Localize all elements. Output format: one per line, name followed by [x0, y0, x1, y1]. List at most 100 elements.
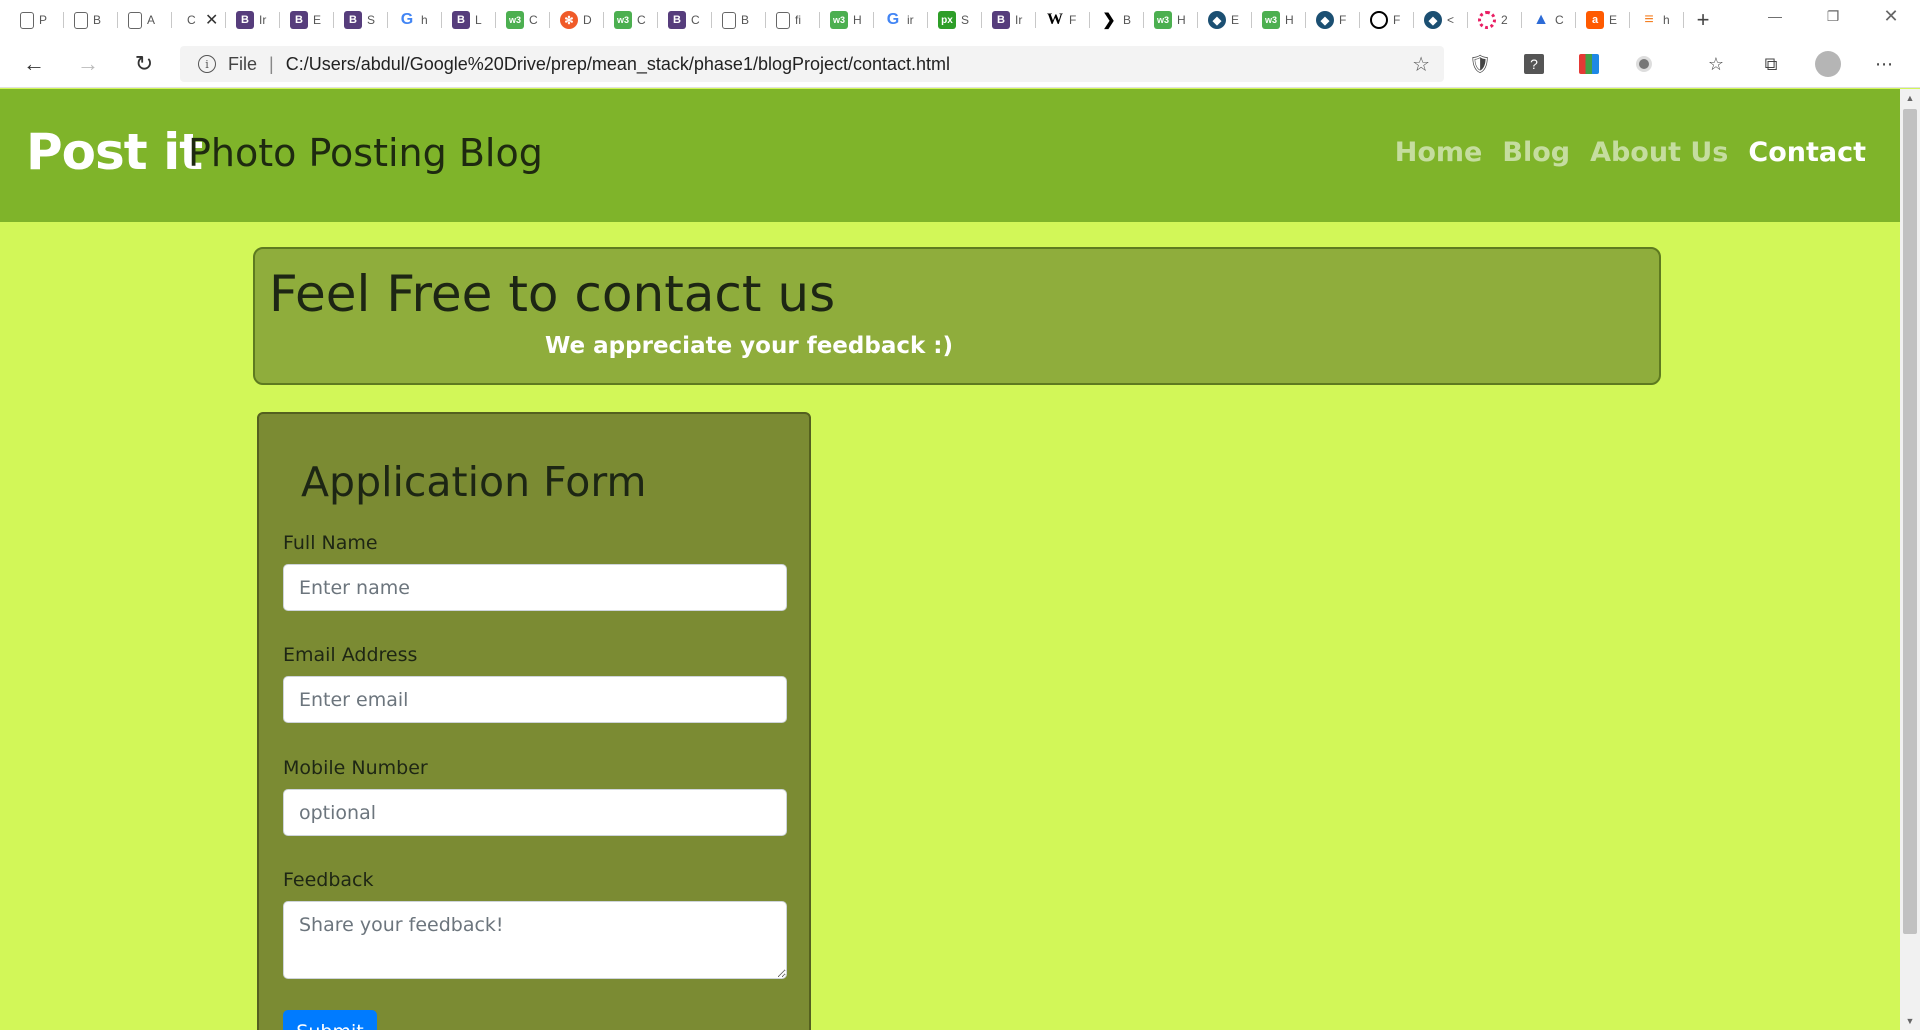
- wikipedia-icon: W: [1046, 11, 1064, 29]
- w3schools-icon: w3: [830, 11, 848, 29]
- google-icon: G: [398, 11, 416, 29]
- browser-tab[interactable]: 2: [1468, 0, 1522, 40]
- browser-tab[interactable]: BL: [442, 0, 496, 40]
- tab-title: F: [1069, 13, 1077, 27]
- tab-title: E: [1231, 13, 1240, 27]
- scroll-down-icon[interactable]: ▼: [1900, 1012, 1920, 1030]
- circle-extension-icon[interactable]: [1628, 48, 1660, 80]
- browser-tab[interactable]: P: [10, 0, 64, 40]
- google-icon: G: [884, 11, 902, 29]
- browser-tab[interactable]: B: [712, 0, 766, 40]
- browser-tab[interactable]: ❯ B: [1090, 0, 1144, 40]
- browser-tab[interactable]: w3 H: [1252, 0, 1306, 40]
- nav-home[interactable]: Home: [1395, 137, 1483, 168]
- nav-blog[interactable]: Blog: [1502, 137, 1570, 168]
- email-input[interactable]: [283, 676, 787, 723]
- page-scrollbar[interactable]: ▲ ▼: [1900, 89, 1920, 1030]
- tab-title: h: [1663, 13, 1670, 27]
- url-text[interactable]: C:/Users/abdul/Google%20Drive/prep/mean_…: [286, 54, 950, 75]
- tab-title: C: [187, 13, 196, 27]
- site-brand[interactable]: Post it: [26, 123, 203, 181]
- browser-tab[interactable]: ▲ C: [1522, 0, 1576, 40]
- browser-tab[interactable]: ◆ F: [1306, 0, 1360, 40]
- nav-contact[interactable]: Contact: [1748, 137, 1866, 168]
- tab-title: <: [1447, 13, 1455, 27]
- browser-tab[interactable]: BE: [280, 0, 334, 40]
- browser-tab[interactable]: ✻ D: [550, 0, 604, 40]
- tab-title: C: [529, 13, 538, 27]
- application-form: Application Form Full Name Email Address…: [257, 412, 811, 1030]
- scrollbar-thumb[interactable]: [1903, 109, 1917, 934]
- browser-tab[interactable]: B Ir: [226, 0, 280, 40]
- tab-title: C: [637, 13, 646, 27]
- browser-tab[interactable]: w3 H: [1144, 0, 1198, 40]
- browser-tab[interactable]: B Ir: [982, 0, 1036, 40]
- browser-tab[interactable]: px S: [928, 0, 982, 40]
- mobile-input[interactable]: [283, 789, 787, 836]
- shield-icon[interactable]: 🛡: [1464, 48, 1496, 80]
- browser-tab[interactable]: w3 C: [496, 0, 550, 40]
- bootstrap-icon: B: [452, 11, 470, 29]
- w3schools-icon: w3: [506, 11, 524, 29]
- collections-icon[interactable]: ⧉: [1755, 48, 1787, 80]
- reload-icon[interactable]: ↻: [124, 44, 164, 84]
- browser-tab[interactable]: Gir: [874, 0, 928, 40]
- feedback-textarea[interactable]: [283, 901, 787, 979]
- browser-tab[interactable]: BS: [334, 0, 388, 40]
- scheme-label: File: [228, 53, 258, 74]
- close-window-icon[interactable]: ✕: [1868, 0, 1914, 32]
- browser-tab[interactable]: fi: [766, 0, 820, 40]
- form-title: Application Form: [301, 458, 647, 506]
- doc-icon: [776, 11, 790, 29]
- help-icon[interactable]: ?: [1518, 48, 1550, 80]
- doc-icon: [722, 11, 736, 29]
- browser-tab[interactable]: B: [64, 0, 118, 40]
- w3schools-icon: w3: [1154, 11, 1172, 29]
- tab-title: fi: [795, 13, 801, 27]
- forward-icon[interactable]: →: [68, 44, 108, 84]
- orange-icon: ✻: [560, 11, 578, 29]
- browser-tab[interactable]: w3 H: [820, 0, 874, 40]
- doc-icon: [20, 11, 34, 29]
- back-icon[interactable]: ←: [14, 44, 54, 84]
- full-name-input[interactable]: [283, 564, 787, 611]
- browser-tab[interactable]: F: [1360, 0, 1414, 40]
- bootstrap-icon: B: [290, 11, 308, 29]
- profile-avatar-icon[interactable]: [1812, 48, 1844, 80]
- site-info-icon[interactable]: i: [198, 55, 216, 73]
- submit-button[interactable]: Submit: [283, 1010, 377, 1030]
- browser-tab[interactable]: w3 C: [604, 0, 658, 40]
- tab-title: Ir: [1015, 13, 1023, 27]
- browser-tab[interactable]: WF: [1036, 0, 1090, 40]
- minimize-icon[interactable]: —: [1752, 0, 1798, 32]
- feedback-label: Feedback: [283, 869, 374, 891]
- browser-tab[interactable]: ≡ h: [1630, 0, 1684, 40]
- address-bar[interactable]: i File | C:/Users/abdul/Google%20Drive/p…: [180, 46, 1444, 82]
- nav-about-us[interactable]: About Us: [1590, 137, 1728, 168]
- browser-tab[interactable]: C ✕: [172, 0, 226, 40]
- ring-icon: [1478, 11, 1496, 29]
- doc-icon: [128, 11, 142, 29]
- tab-title: C: [691, 13, 700, 27]
- new-tab-button[interactable]: +: [1688, 7, 1718, 33]
- browser-tab[interactable]: A: [118, 0, 172, 40]
- more-menu-icon[interactable]: ⋯: [1868, 48, 1900, 80]
- scroll-up-icon[interactable]: ▲: [1900, 89, 1920, 107]
- close-tab-icon[interactable]: ✕: [205, 10, 218, 30]
- browser-tab[interactable]: ◆ <: [1414, 0, 1468, 40]
- browser-tab[interactable]: BC: [658, 0, 712, 40]
- site-header: Post it Photo Posting Blog Home Blog Abo…: [0, 89, 1900, 222]
- browser-tab[interactable]: aE: [1576, 0, 1630, 40]
- mobile-label: Mobile Number: [283, 757, 428, 779]
- favorite-star-icon[interactable]: ☆: [1412, 52, 1430, 77]
- amazon-icon: a: [1586, 11, 1604, 29]
- tab-strip: P B A C ✕ B Ir B E B S Gh B Lw3 C ✻ Dw3 C B C Bfi w3 H Gir px S B I…: [0, 0, 1920, 40]
- tab-title: ir: [907, 13, 914, 27]
- a-icon: ▲: [1532, 11, 1550, 29]
- browser-tab[interactable]: Gh: [388, 0, 442, 40]
- tab-title: H: [1285, 13, 1294, 27]
- color-grid-icon[interactable]: [1573, 48, 1605, 80]
- favorites-list-icon[interactable]: ☆: [1700, 48, 1732, 80]
- restore-icon[interactable]: ❐: [1810, 0, 1856, 32]
- browser-tab[interactable]: ◆ E: [1198, 0, 1252, 40]
